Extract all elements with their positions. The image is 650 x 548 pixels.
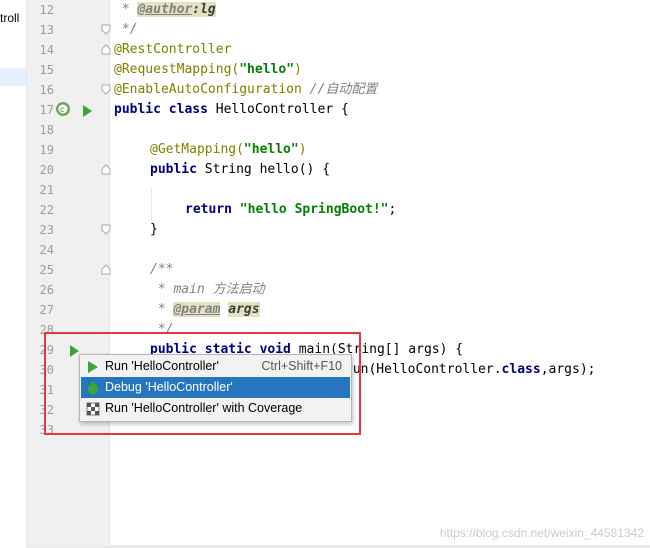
code-line-25: /** <box>150 262 174 277</box>
code-line-19: @GetMapping("hello") <box>150 142 307 157</box>
line-number: 15 <box>39 63 54 77</box>
line-number: 18 <box>39 123 54 137</box>
line-number: 24 <box>39 243 54 257</box>
code-line-14: @RestController <box>114 42 232 57</box>
popup-item-debug[interactable]: Debug 'HelloController' <box>81 377 350 398</box>
code-editor[interactable]: * @author:lg */ @RestController @Request… <box>110 0 650 548</box>
code-line-27: * @param args <box>150 302 260 317</box>
watermark-text: https://blog.csdn.net/weixin_44581342 <box>439 526 644 540</box>
code-line-16: @EnableAutoConfiguration //自动配置 <box>114 82 378 97</box>
svg-text:c: c <box>60 105 64 114</box>
project-tree-selected-row[interactable] <box>0 68 26 86</box>
code-line-22: return "hello SpringBoot!"; <box>185 202 397 217</box>
code-line-15: @RequestMapping("hello") <box>114 62 302 77</box>
line-number: 22 <box>39 203 54 217</box>
popup-item-label: Run 'HelloController' with Coverage <box>105 401 303 415</box>
line-number: 13 <box>39 23 54 37</box>
debug-icon <box>86 381 100 395</box>
project-panel: troll <box>0 0 27 548</box>
code-line-13: */ <box>114 22 138 37</box>
coverage-icon <box>86 402 100 416</box>
code-line-12: * @author:lg <box>114 2 216 17</box>
run-context-popup: Run 'HelloController' Ctrl+Shift+F10 Deb… <box>79 354 352 422</box>
line-number: 23 <box>39 223 54 237</box>
run-icon <box>86 360 100 374</box>
line-number: 21 <box>39 183 54 197</box>
line-number: 26 <box>39 283 54 297</box>
code-line-17: public class HelloController { <box>114 102 349 117</box>
popup-item-coverage[interactable]: Run 'HelloController' with Coverage <box>81 398 350 419</box>
code-line-26: * main 方法启动 <box>150 282 265 297</box>
line-number: 17 <box>39 103 54 117</box>
code-line-23: } <box>150 222 158 237</box>
project-tree-label[interactable]: troll <box>0 11 19 25</box>
line-number: 14 <box>39 43 54 57</box>
editor-gutter: 12 13 14 15 16 17 18 19 20 21 22 23 24 2… <box>27 0 111 548</box>
code-line-20: public String hello() { <box>150 162 331 177</box>
popup-item-label: Debug 'HelloController' <box>105 380 233 394</box>
line-number: 16 <box>39 83 54 97</box>
code-line-30: run(HelloController.class,args); <box>345 362 596 377</box>
popup-item-run[interactable]: Run 'HelloController' Ctrl+Shift+F10 <box>81 356 350 377</box>
line-number: 25 <box>39 263 54 277</box>
line-number: 12 <box>39 3 54 17</box>
line-number: 20 <box>39 163 54 177</box>
line-number: 27 <box>39 303 54 317</box>
spring-bean-icon[interactable]: c <box>55 101 71 117</box>
run-gutter-icon[interactable] <box>81 103 93 117</box>
popup-item-shortcut: Ctrl+Shift+F10 <box>261 359 342 373</box>
popup-item-label: Run 'HelloController' <box>105 359 219 373</box>
line-number: 19 <box>39 143 54 157</box>
